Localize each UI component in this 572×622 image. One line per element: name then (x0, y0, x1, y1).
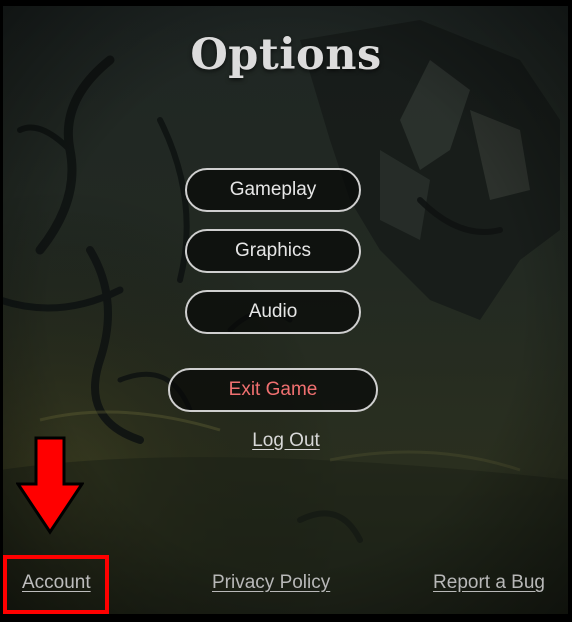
page-title: Options (190, 30, 382, 80)
exit-game-button-label: Exit Game (228, 379, 318, 400)
exit-game-button[interactable]: Exit Game (168, 368, 378, 412)
graphics-button[interactable]: Graphics (185, 229, 361, 273)
privacy-policy-link[interactable]: Privacy Policy (212, 572, 330, 594)
report-bug-link[interactable]: Report a Bug (433, 572, 545, 594)
gameplay-button-label: Gameplay (229, 179, 317, 200)
graphics-button-label: Graphics (234, 240, 312, 261)
account-highlight-box (3, 555, 109, 614)
down-arrow-icon (16, 436, 84, 535)
audio-button[interactable]: Audio (185, 290, 361, 334)
options-screen: Options Gameplay Graphics Audio Exit Gam… (0, 0, 572, 622)
audio-button-label: Audio (248, 301, 298, 322)
log-out-link[interactable]: Log Out (0, 430, 572, 452)
gameplay-button[interactable]: Gameplay (185, 168, 361, 212)
